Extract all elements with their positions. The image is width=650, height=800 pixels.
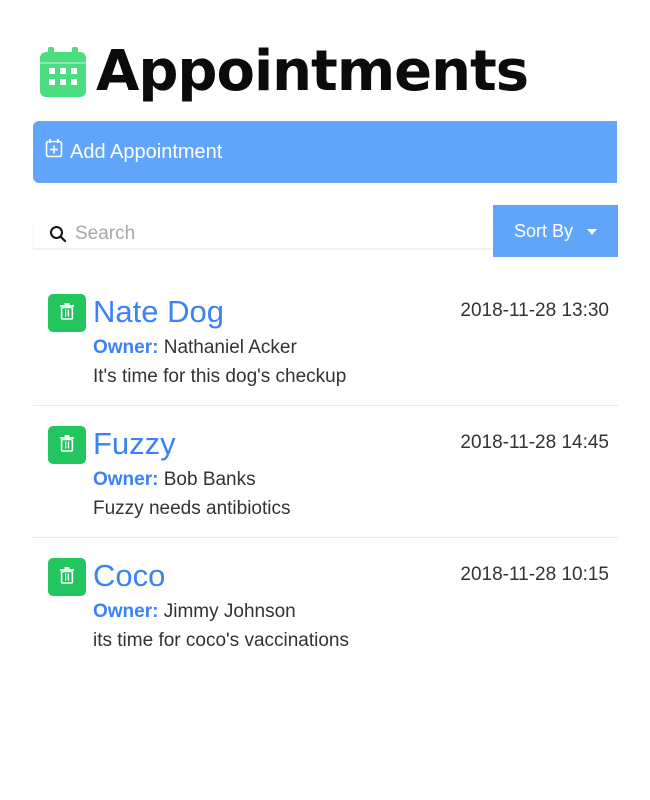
delete-button[interactable] bbox=[48, 294, 86, 332]
pet-name[interactable]: Coco bbox=[93, 556, 165, 596]
owner-label: Owner: bbox=[93, 337, 159, 358]
appointment-item: Coco 2018-11-28 10:15 Owner: Jimmy Johns… bbox=[33, 538, 618, 670]
owner-name[interactable]: Bob Banks bbox=[164, 469, 256, 490]
owner-label: Owner: bbox=[93, 469, 159, 490]
appointment-notes[interactable]: Fuzzy needs antibiotics bbox=[93, 498, 291, 520]
calendar-icon bbox=[38, 45, 88, 99]
search-input[interactable] bbox=[75, 222, 455, 245]
trash-icon bbox=[59, 566, 75, 589]
owner-line: Owner: Bob Banks bbox=[93, 469, 256, 491]
add-appointment-label: Add Appointment bbox=[70, 140, 223, 163]
plus-square-icon bbox=[45, 139, 63, 159]
owner-name[interactable]: Nathaniel Acker bbox=[164, 337, 297, 358]
appointment-list: Nate Dog 2018-11-28 13:30 Owner: Nathani… bbox=[33, 274, 618, 670]
appointment-notes[interactable]: It's time for this dog's checkup bbox=[93, 366, 346, 388]
search-box bbox=[33, 219, 493, 249]
owner-label: Owner: bbox=[93, 601, 159, 622]
appointment-date: 2018-11-28 13:30 bbox=[460, 300, 609, 321]
page: Appointments Add Appointment Search Sort… bbox=[0, 0, 650, 800]
add-appointment-button[interactable]: Add Appointment bbox=[33, 121, 617, 183]
appointment-item: Nate Dog 2018-11-28 13:30 Owner: Nathani… bbox=[33, 274, 618, 406]
appointment-date: 2018-11-28 10:15 bbox=[460, 564, 609, 585]
delete-button[interactable] bbox=[48, 426, 86, 464]
appointment-notes[interactable]: its time for coco's vaccinations bbox=[93, 630, 349, 652]
header: Appointments bbox=[38, 39, 529, 104]
owner-line: Owner: Jimmy Johnson bbox=[93, 601, 296, 623]
delete-button[interactable] bbox=[48, 558, 86, 596]
trash-icon bbox=[59, 434, 75, 457]
appointment-item: Fuzzy 2018-11-28 14:45 Owner: Bob Banks … bbox=[33, 406, 618, 538]
pet-name[interactable]: Nate Dog bbox=[93, 292, 224, 332]
search-icon bbox=[49, 225, 67, 243]
owner-name[interactable]: Jimmy Johnson bbox=[164, 601, 296, 622]
pet-name[interactable]: Fuzzy bbox=[93, 424, 176, 464]
sort-by-button[interactable]: Sort By bbox=[493, 205, 618, 257]
sort-by-label: Sort By bbox=[513, 220, 574, 241]
caret-down-icon bbox=[587, 229, 598, 235]
trash-icon bbox=[59, 302, 75, 325]
page-title: Appointments bbox=[96, 39, 529, 104]
owner-line: Owner: Nathaniel Acker bbox=[93, 337, 297, 359]
search-sort-row: Sort By bbox=[33, 205, 618, 257]
appointment-date: 2018-11-28 14:45 bbox=[460, 432, 609, 453]
